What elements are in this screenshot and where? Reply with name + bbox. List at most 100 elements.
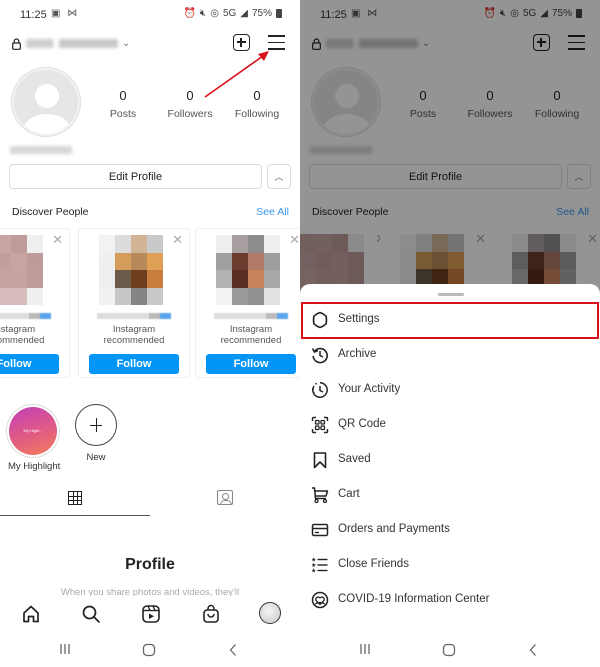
- menu-item-cart[interactable]: Cart: [300, 478, 600, 513]
- highlight-label: My Highlight: [8, 461, 61, 472]
- photo-pixel: [99, 287, 115, 305]
- highlight-item[interactable]: My Highl... My Highlight: [8, 407, 61, 472]
- see-all-link[interactable]: See All: [256, 206, 289, 218]
- suggestion-card: ✕ Instagramrecommended Follow: [0, 228, 70, 378]
- tab-tagged[interactable]: [150, 483, 300, 516]
- photo-pixel: [131, 252, 147, 270]
- suggestion-photo[interactable]: [0, 235, 43, 305]
- network-label: 5G: [222, 8, 237, 19]
- annotation-highlight-box: [301, 302, 599, 339]
- menu-item-label: Archive: [338, 348, 377, 360]
- recents-icon[interactable]: [358, 643, 372, 655]
- discover-people-title: Discover People: [12, 206, 89, 218]
- home-icon[interactable]: [21, 604, 41, 624]
- home-button-icon[interactable]: [142, 643, 156, 657]
- photo-pixel: [248, 235, 264, 253]
- covid-info-icon: [311, 591, 329, 609]
- status-bar: 11:25 ▣ ⋈ ⏰ 🔇︎ ◎ 5G ◢ 75%: [0, 0, 300, 28]
- following-stat[interactable]: 0 Following: [222, 88, 292, 120]
- photo-pixel: [232, 270, 248, 288]
- back-icon[interactable]: [528, 643, 538, 657]
- follow-button[interactable]: Follow: [206, 354, 296, 374]
- close-icon[interactable]: ✕: [289, 232, 300, 248]
- profile-screen-with-menu: 11:25 ▣ ⋈ ⏰ 🔇︎ ◎ 5G ◢ 75% ⌄ 0 Posts 0 Fo…: [300, 0, 600, 667]
- posts-label: Posts: [109, 108, 137, 120]
- recents-icon[interactable]: [58, 643, 72, 655]
- followers-label: Followers: [167, 108, 213, 120]
- display-name: [10, 146, 72, 154]
- new-highlight-button[interactable]: New: [71, 404, 121, 463]
- posts-stat[interactable]: 0 Posts: [88, 88, 158, 120]
- reels-icon[interactable]: [141, 604, 161, 624]
- photo-pixel: [264, 287, 280, 305]
- photo-pixel: [99, 235, 115, 253]
- tab-posts-grid[interactable]: [0, 483, 150, 516]
- menu-item-covid-19-information-center[interactable]: COVID-19 Information Center: [300, 583, 600, 618]
- notification-icons: ▣ ⋈: [51, 8, 80, 19]
- followers-stat[interactable]: 0 Followers: [155, 88, 225, 120]
- photo-pixel: [115, 235, 131, 253]
- battery-icon: [276, 9, 282, 18]
- suggestion-photo[interactable]: [99, 235, 163, 305]
- menu-icon[interactable]: [268, 35, 285, 50]
- menu-item-qr-code[interactable]: QR Code: [300, 408, 600, 443]
- suggestion-username[interactable]: [97, 313, 171, 319]
- home-button-icon[interactable]: [442, 643, 456, 657]
- suggestion-username[interactable]: [0, 313, 51, 319]
- shop-icon[interactable]: [201, 604, 221, 624]
- suggestion-username[interactable]: [214, 313, 288, 319]
- followers-count: 0: [186, 88, 194, 103]
- plus-icon: [75, 404, 117, 446]
- menu-bottom-sheet: Settings Archive Your Activity QR Code S…: [300, 284, 600, 667]
- photo-pixel: [131, 235, 147, 253]
- suggestion-reason: Instagramrecommended: [0, 324, 45, 346]
- follow-button[interactable]: Follow: [89, 354, 179, 374]
- chevron-up-icon[interactable]: ︿: [267, 164, 291, 189]
- back-icon[interactable]: [228, 643, 238, 657]
- bookmark-icon: [313, 452, 327, 469]
- profile-header: ⌄: [0, 30, 300, 60]
- chevron-down-icon[interactable]: ⌄: [122, 38, 130, 49]
- menu-item-label: Cart: [338, 488, 360, 500]
- menu-item-close-friends[interactable]: ★ ★ ★ Close Friends: [300, 548, 600, 583]
- account-switcher[interactable]: [26, 39, 118, 48]
- system-icons: ⏰ 🔇︎ ◎ 5G ◢ 75%: [183, 8, 282, 19]
- menu-item-label: Orders and Payments: [338, 523, 450, 535]
- photo-pixel: [232, 287, 248, 305]
- menu-item-orders-and-payments[interactable]: Orders and Payments: [300, 513, 600, 548]
- menu-item-your-activity[interactable]: Your Activity: [300, 373, 600, 408]
- system-nav: [0, 636, 300, 667]
- photo-pixel: [11, 235, 27, 253]
- drag-handle[interactable]: [438, 293, 464, 296]
- close-icon[interactable]: ✕: [52, 232, 63, 248]
- profile-icon[interactable]: [259, 602, 281, 624]
- search-icon[interactable]: [81, 604, 101, 624]
- bottom-nav: [0, 596, 300, 632]
- suggestion-reason: Instagramrecommended: [220, 324, 282, 346]
- photo-pixel: [0, 252, 11, 270]
- photo-pixel: [232, 252, 248, 270]
- following-label: Following: [234, 108, 280, 120]
- photo-pixel: [264, 252, 280, 270]
- close-icon[interactable]: ✕: [172, 232, 183, 248]
- card-icon: [311, 523, 329, 537]
- activity-icon: [312, 382, 328, 398]
- profile-screen: 11:25 ▣ ⋈ ⏰ 🔇︎ ◎ 5G ◢ 75% ⌄ 0 Posts 0 Fo…: [0, 0, 300, 667]
- menu-item-archive[interactable]: Archive: [300, 338, 600, 373]
- menu-item-saved[interactable]: Saved: [300, 443, 600, 478]
- photo-pixel: [0, 287, 11, 305]
- following-count: 0: [253, 88, 261, 103]
- photo-pixel: [264, 235, 280, 253]
- photo-pixel: [99, 270, 115, 288]
- follow-button[interactable]: Follow: [0, 354, 59, 374]
- photo-pixel: [248, 252, 264, 270]
- lock-icon: [12, 38, 21, 50]
- suggestion-photo[interactable]: [216, 235, 280, 305]
- new-post-icon[interactable]: [233, 34, 250, 51]
- avatar[interactable]: [12, 68, 80, 136]
- photo-pixel: [216, 270, 232, 288]
- archive-icon: [311, 347, 328, 364]
- photo-pixel: [115, 287, 131, 305]
- grid-icon: [68, 491, 82, 505]
- edit-profile-button[interactable]: Edit Profile: [9, 164, 262, 189]
